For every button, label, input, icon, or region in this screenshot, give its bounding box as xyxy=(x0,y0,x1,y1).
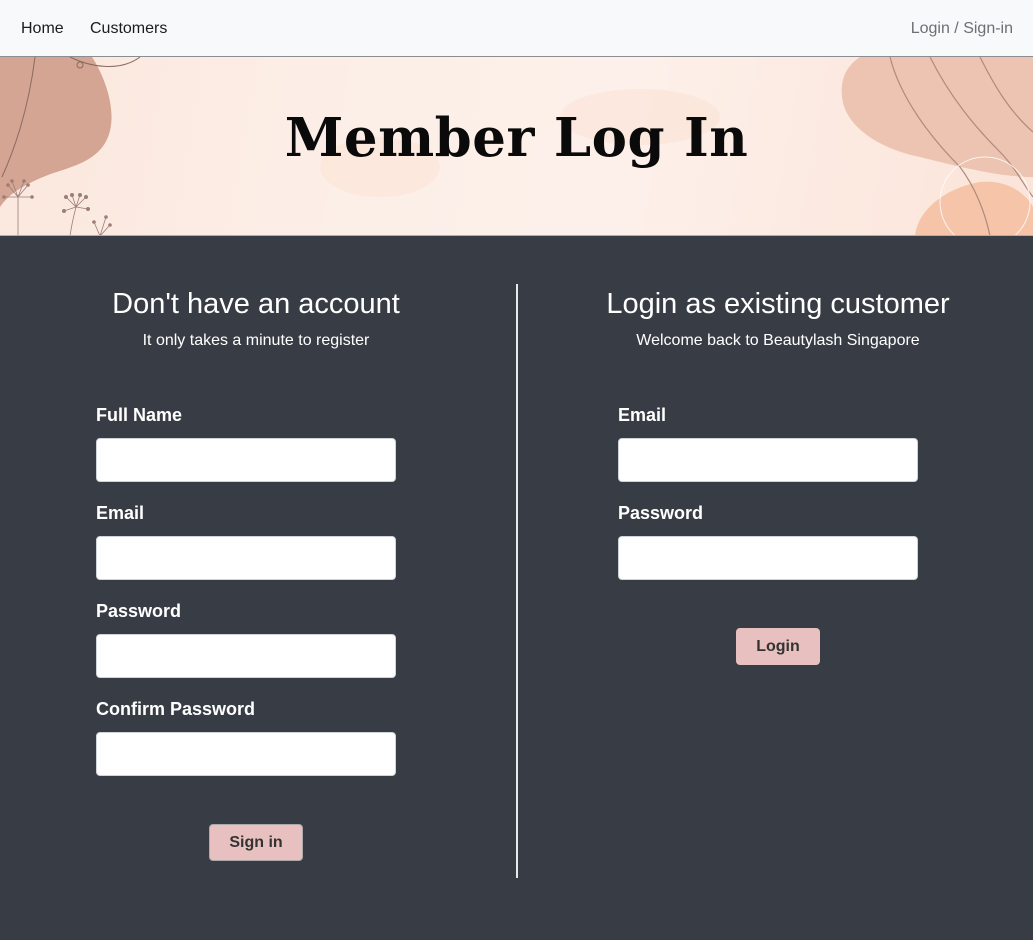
column-divider xyxy=(516,284,518,878)
login-email-label: Email xyxy=(618,405,667,425)
hero-banner: Member Log In xyxy=(0,57,1033,236)
login-email-field[interactable] xyxy=(618,438,918,482)
nav-home-link[interactable]: Home xyxy=(21,19,64,38)
confirm-password-field[interactable] xyxy=(96,732,396,776)
full-name-field[interactable] xyxy=(96,438,396,482)
register-password-field[interactable] xyxy=(96,634,396,678)
auth-section: Don't have an account It only takes a mi… xyxy=(0,236,1033,940)
top-navbar: Home Customers Login / Sign-in xyxy=(0,0,1033,57)
confirm-password-label: Confirm Password xyxy=(96,699,256,719)
login-password-field[interactable] xyxy=(618,536,918,580)
nav-customers-link[interactable]: Customers xyxy=(90,19,167,38)
register-email-field[interactable] xyxy=(96,536,396,580)
register-password-label: Password xyxy=(96,601,182,621)
nav-login-link[interactable]: Login / Sign-in xyxy=(911,19,1013,38)
login-button[interactable]: Login xyxy=(736,628,820,665)
register-subtitle: It only takes a minute to register xyxy=(142,332,370,349)
register-title: Don't have an account xyxy=(112,288,400,320)
sign-in-button[interactable]: Sign in xyxy=(209,824,303,861)
register-email-label: Email xyxy=(96,503,145,523)
full-name-label: Full Name xyxy=(96,405,183,425)
login-subtitle: Welcome back to Beautylash Singapore xyxy=(636,332,920,349)
login-title: Login as existing customer xyxy=(606,288,950,320)
login-password-label: Password xyxy=(618,503,704,523)
page-title: Member Log In xyxy=(284,107,749,169)
